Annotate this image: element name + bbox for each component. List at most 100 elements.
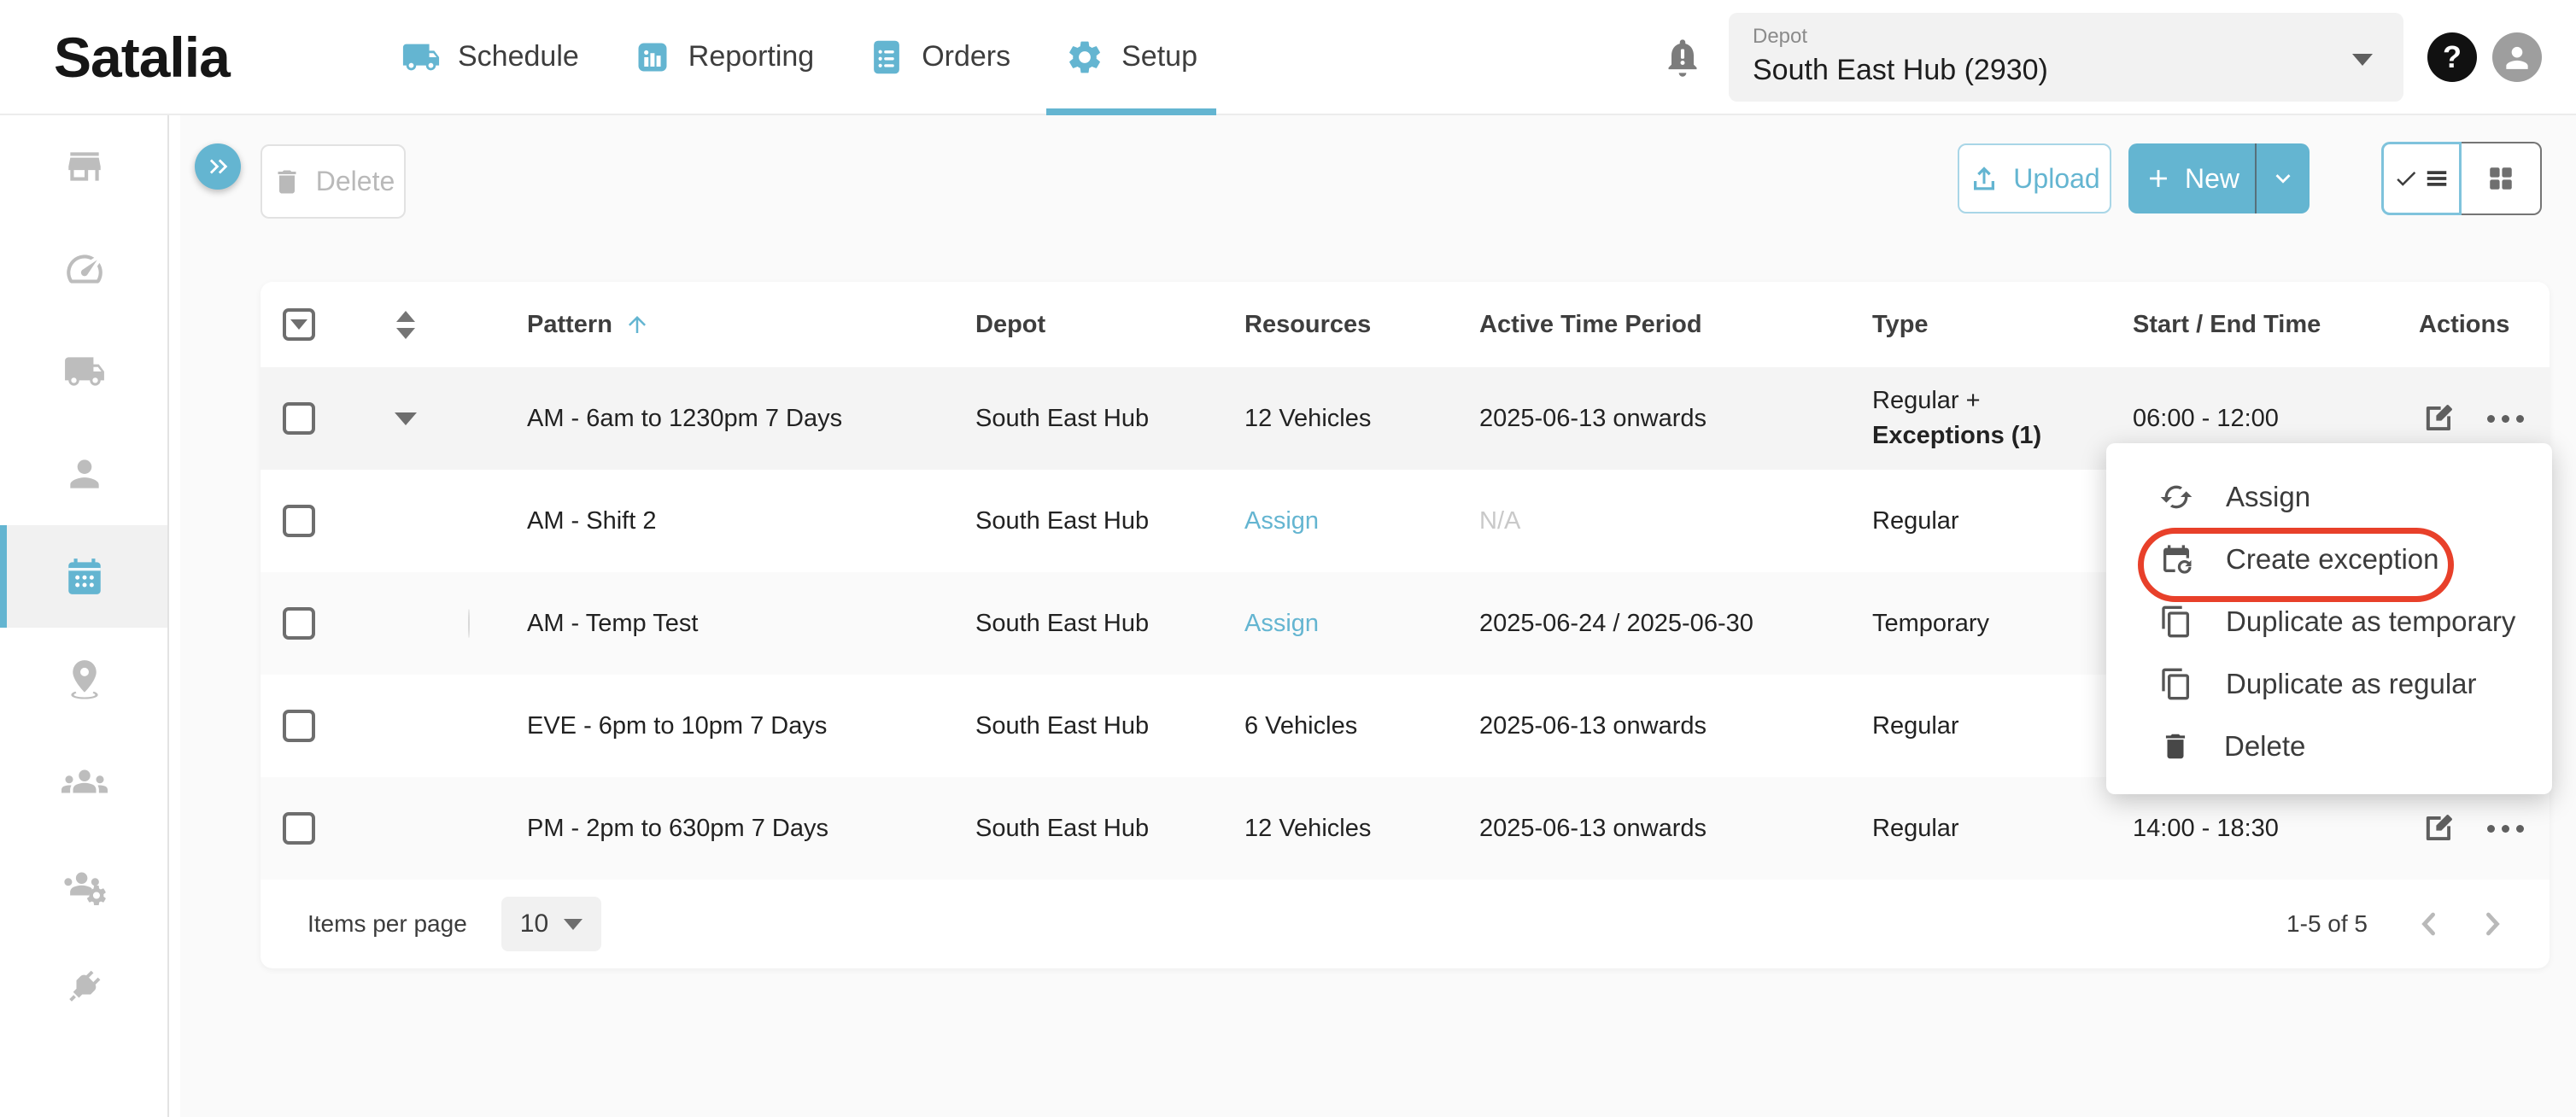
depot-selector-label: Depot [1753, 25, 2380, 49]
row-context-menu: Assign Create exception Duplicate as tem… [2106, 443, 2552, 794]
row-expander[interactable] [359, 412, 453, 425]
chevron-down-icon [290, 319, 307, 330]
delete-button-label: Delete [316, 166, 395, 197]
menu-item-delete[interactable]: Delete [2106, 715, 2552, 777]
tab-setup-label: Setup [1121, 40, 1197, 73]
menu-item-duplicate-regular[interactable]: Duplicate as regular [2106, 652, 2552, 715]
pattern-cell: AM - Shift 2 [517, 507, 965, 535]
depot-cell: South East Hub [965, 405, 1234, 433]
tab-setup[interactable]: Setup [1038, 0, 1225, 114]
row-menu-button[interactable] [2487, 415, 2524, 423]
triangle-up-icon [396, 311, 415, 322]
pagination-range: 1-5 of 5 [2286, 910, 2368, 938]
tab-orders[interactable]: Orders [841, 0, 1038, 114]
assign-link[interactable]: Assign [1244, 507, 1319, 535]
calendar-icon [63, 555, 106, 598]
app-logo: Satalia [54, 25, 336, 90]
groups-icon [61, 758, 108, 804]
truck-icon [401, 38, 441, 77]
upload-button[interactable]: Upload [1958, 143, 2111, 213]
list-view-button[interactable] [2381, 142, 2462, 215]
menu-item-assign[interactable]: Assign [2106, 465, 2552, 528]
depot-cell: South East Hub [965, 815, 1234, 843]
copy-icon [2159, 667, 2193, 701]
main-nav: Schedule Reporting Orders Setup [374, 0, 1225, 114]
menu-item-create-exception[interactable]: Create exception [2106, 528, 2552, 590]
actions-cell [2409, 401, 2550, 436]
sidebar-item-depots[interactable] [0, 115, 169, 218]
help-button[interactable]: ? [2427, 32, 2477, 82]
time-cell: 14:00 - 18:30 [2122, 815, 2409, 843]
order-list-icon [869, 38, 905, 77]
period-cell: 2025-06-13 onwards [1469, 405, 1862, 433]
new-button[interactable]: New [2128, 143, 2255, 213]
row-checkbox[interactable] [283, 710, 315, 742]
assign-link[interactable]: Assign [1244, 610, 1319, 637]
sidebar-item-integrations[interactable] [0, 935, 169, 1038]
type-cell: Regular [1862, 712, 2122, 740]
row-checkbox[interactable] [283, 505, 315, 537]
chevron-right-icon[interactable] [2474, 905, 2511, 943]
sidebar-item-team-settings[interactable] [0, 833, 169, 935]
user-avatar[interactable] [2492, 32, 2542, 82]
pattern-cell: EVE - 6pm to 10pm 7 Days [517, 712, 965, 740]
notification-bell-icon[interactable] [1660, 35, 1705, 79]
tab-schedule[interactable]: Schedule [374, 0, 606, 114]
items-per-page-select[interactable]: 10 [501, 897, 601, 951]
sidebar-item-shift-patterns[interactable] [0, 525, 169, 628]
sidebar-item-drivers[interactable] [0, 423, 169, 525]
depot-cell: South East Hub [965, 507, 1234, 535]
plus-icon [2144, 164, 2173, 193]
period-cell: 2025-06-13 onwards [1469, 815, 1862, 843]
tab-reporting[interactable]: Reporting [606, 0, 841, 114]
sync-icon [2159, 480, 2193, 514]
row-menu-button[interactable] [2487, 825, 2524, 833]
sidebar-item-vehicles[interactable] [0, 320, 169, 423]
select-all-checkbox[interactable] [283, 308, 315, 341]
depot-cell: South East Hub [965, 712, 1234, 740]
chevron-left-icon[interactable] [2410, 905, 2448, 943]
header-actions: Actions [2409, 311, 2550, 339]
sidebar-item-locations[interactable] [0, 628, 169, 730]
row-checkbox[interactable] [283, 402, 315, 435]
menu-item-label: Assign [2226, 481, 2310, 513]
triangle-down-icon [395, 412, 417, 425]
header-start-end-time: Start / End Time [2122, 311, 2409, 339]
actions-cell [2409, 810, 2550, 846]
edit-icon[interactable] [2421, 401, 2456, 436]
grid-icon [2486, 164, 2515, 193]
row-checkbox[interactable] [283, 812, 315, 845]
dashboard-icon [63, 248, 106, 290]
sidebar-item-dashboard[interactable] [0, 218, 169, 320]
view-toggle [2381, 142, 2542, 215]
period-cell: 2025-06-13 onwards [1469, 712, 1862, 740]
menu-item-duplicate-temporary[interactable]: Duplicate as temporary [2106, 590, 2552, 652]
left-sidebar [0, 115, 180, 1117]
table-footer: Items per page 10 1-5 of 5 [261, 880, 2550, 968]
header-pattern[interactable]: Pattern [517, 311, 965, 339]
menu-item-label: Duplicate as regular [2226, 668, 2477, 700]
upload-button-label: Upload [2013, 163, 2099, 195]
sidebar-item-teams[interactable] [0, 730, 169, 833]
header-resources: Resources [1234, 311, 1469, 339]
sort-control[interactable] [359, 311, 453, 339]
delete-button[interactable]: Delete [261, 144, 406, 219]
time-cell: 06:00 - 12:00 [2122, 405, 2409, 433]
grid-view-button[interactable] [2462, 142, 2542, 215]
new-dropdown-button[interactable] [2255, 143, 2310, 213]
check-icon [2393, 166, 2419, 191]
truck-icon [63, 350, 106, 393]
row-checkbox[interactable] [283, 607, 315, 640]
depot-selector[interactable]: Depot South East Hub (2930) [1729, 13, 2403, 102]
pattern-cell: AM - Temp Test [517, 610, 965, 638]
period-cell: 2025-06-24 / 2025-06-30 [1469, 610, 1862, 638]
toolbar-right: Upload New [1958, 142, 2542, 215]
new-split-button: New [2128, 143, 2310, 213]
menu-item-label: Duplicate as temporary [2226, 605, 2515, 638]
triangle-down-icon [396, 328, 415, 339]
sidebar-expand-button[interactable] [195, 143, 241, 190]
edit-icon[interactable] [2421, 810, 2456, 846]
resources-cell: 12 Vehicles [1234, 405, 1469, 433]
trash-icon [2159, 730, 2192, 763]
upload-icon [1969, 163, 1999, 194]
